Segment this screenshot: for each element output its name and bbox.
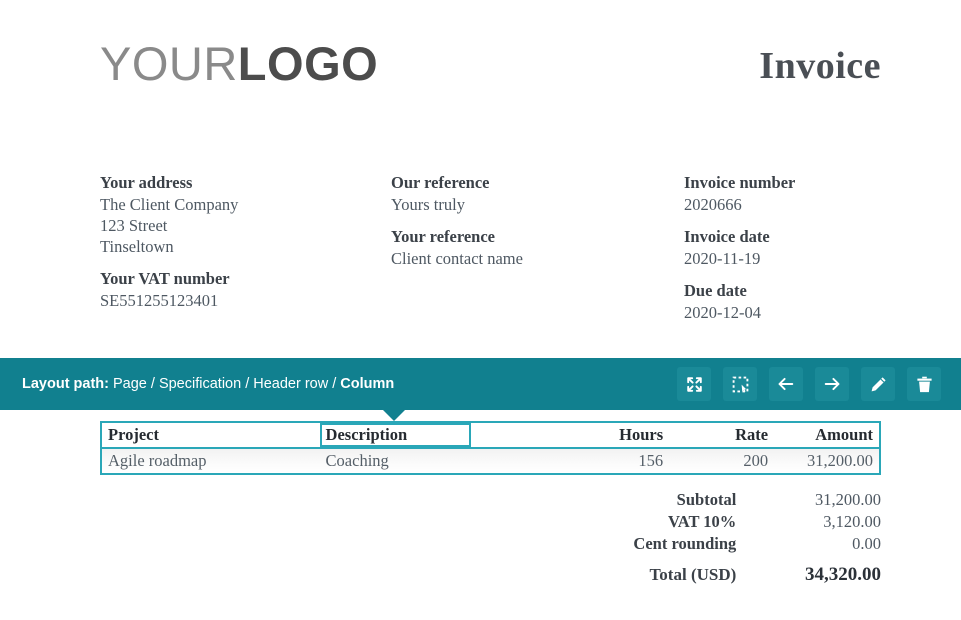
toolbar-actions: [677, 367, 941, 401]
vat-number-value: SE551255123401: [100, 291, 219, 310]
totals-row-cent-rounding[interactable]: Cent rounding 0.00: [561, 533, 881, 555]
invoice-date-label: Invoice date: [684, 227, 770, 246]
address-line-1: The Client Company: [100, 195, 239, 214]
meta-column-invoice-details: Invoice number 2020666 Invoice date 2020…: [684, 172, 954, 334]
cent-rounding-label: Cent rounding: [633, 534, 737, 553]
cell-amount[interactable]: 31,200.00: [774, 448, 879, 473]
your-reference-value: Client contact name: [391, 249, 523, 268]
invoice-number-label: Invoice number: [684, 173, 796, 192]
meta-group-due-date[interactable]: Due date 2020-12-04: [684, 280, 954, 323]
specification-table: Project Description Hours Rate Amount Ag…: [100, 421, 881, 475]
breadcrumb-trail[interactable]: Page / Specification / Header row /: [109, 376, 336, 392]
selected-column-pointer: [383, 410, 405, 421]
column-header-project[interactable]: Project: [102, 423, 320, 449]
document-header: YOURLOGO Invoice: [0, 34, 961, 102]
meta-group-invoice-date[interactable]: Invoice date 2020-11-19: [684, 226, 954, 269]
meta-group-our-reference[interactable]: Our reference Yours truly: [391, 172, 671, 215]
vat-number-label: Your VAT number: [100, 269, 230, 288]
your-reference-label: Your reference: [391, 227, 496, 246]
select-area-icon: [731, 375, 750, 394]
totals-block: Subtotal 31,200.00 VAT 10% 3,120.00 Cent…: [561, 489, 881, 586]
delete-button[interactable]: [907, 367, 941, 401]
invoice-editor-page: YOURLOGO Invoice Your address The Client…: [0, 0, 961, 620]
cell-description[interactable]: Coaching: [319, 448, 472, 473]
column-header-blank[interactable]: [471, 423, 565, 449]
next-button[interactable]: [815, 367, 849, 401]
column-header-rate[interactable]: Rate: [669, 423, 775, 449]
breadcrumb-current[interactable]: Column: [336, 376, 394, 392]
previous-button[interactable]: [769, 367, 803, 401]
grand-total-label: Total (USD): [649, 565, 737, 584]
trash-icon: [915, 375, 934, 394]
column-header-description[interactable]: Description: [319, 423, 472, 449]
invoice-number-value: 2020666: [684, 195, 742, 214]
edit-button[interactable]: [861, 367, 895, 401]
totals-row-grand-total[interactable]: Total (USD) 34,320.00: [561, 555, 881, 586]
due-date-value: 2020-12-04: [684, 303, 761, 322]
meta-group-address[interactable]: Your address The Client Company 123 Stre…: [100, 172, 380, 257]
cell-project[interactable]: Agile roadmap: [102, 448, 320, 473]
meta-group-invoice-number[interactable]: Invoice number 2020666: [684, 172, 954, 215]
column-header-amount[interactable]: Amount: [774, 423, 879, 449]
subtotal-label: Subtotal: [676, 490, 737, 509]
invoice-date-value: 2020-11-19: [684, 249, 761, 268]
invoice-meta: Your address The Client Company 123 Stre…: [0, 172, 961, 322]
address-label: Your address: [100, 173, 193, 192]
table-row[interactable]: Agile roadmap Coaching 156 200 31,200.00: [102, 448, 879, 473]
logo-text-bold: LOGO: [237, 37, 379, 90]
totals-row-subtotal[interactable]: Subtotal 31,200.00: [561, 489, 881, 511]
cell-blank[interactable]: [471, 448, 565, 473]
cell-hours[interactable]: 156: [564, 448, 670, 473]
expand-icon: [685, 375, 704, 394]
meta-column-references: Our reference Yours truly Your reference…: [391, 172, 671, 280]
address-line-3: Tinseltown: [100, 237, 174, 256]
breadcrumb: Layout path: Page / Specification / Head…: [22, 358, 394, 410]
subtotal-value: 31,200.00: [815, 490, 881, 509]
meta-column-address: Your address The Client Company 123 Stre…: [100, 172, 380, 322]
company-logo: YOURLOGO: [100, 34, 378, 94]
arrow-left-icon: [776, 374, 796, 394]
our-reference-label: Our reference: [391, 173, 490, 192]
address-line-2: 123 Street: [100, 216, 168, 235]
invoice-document: YOURLOGO Invoice Your address The Client…: [0, 0, 961, 593]
meta-group-your-reference[interactable]: Your reference Client contact name: [391, 226, 671, 269]
table-header-row[interactable]: Project Description Hours Rate Amount: [102, 423, 879, 449]
grand-total-value: 34,320.00: [805, 564, 881, 585]
pencil-icon: [869, 375, 888, 394]
vat-value: 3,120.00: [823, 512, 881, 531]
layout-toolbar: Layout path: Page / Specification / Head…: [0, 358, 961, 410]
due-date-label: Due date: [684, 281, 747, 300]
cent-rounding-value: 0.00: [852, 534, 881, 553]
totals-row-vat[interactable]: VAT 10% 3,120.00: [561, 511, 881, 533]
logo-text-light: YOUR: [100, 37, 238, 90]
our-reference-value: Yours truly: [391, 195, 465, 214]
vat-label: VAT 10%: [667, 512, 737, 531]
arrow-right-icon: [822, 374, 842, 394]
select-area-button[interactable]: [723, 367, 757, 401]
page-title: Invoice: [759, 45, 881, 87]
cell-rate[interactable]: 200: [669, 448, 775, 473]
meta-group-vat[interactable]: Your VAT number SE551255123401: [100, 268, 380, 311]
column-header-hours[interactable]: Hours: [564, 423, 670, 449]
breadcrumb-key: Layout path:: [22, 376, 109, 392]
expand-button[interactable]: [677, 367, 711, 401]
